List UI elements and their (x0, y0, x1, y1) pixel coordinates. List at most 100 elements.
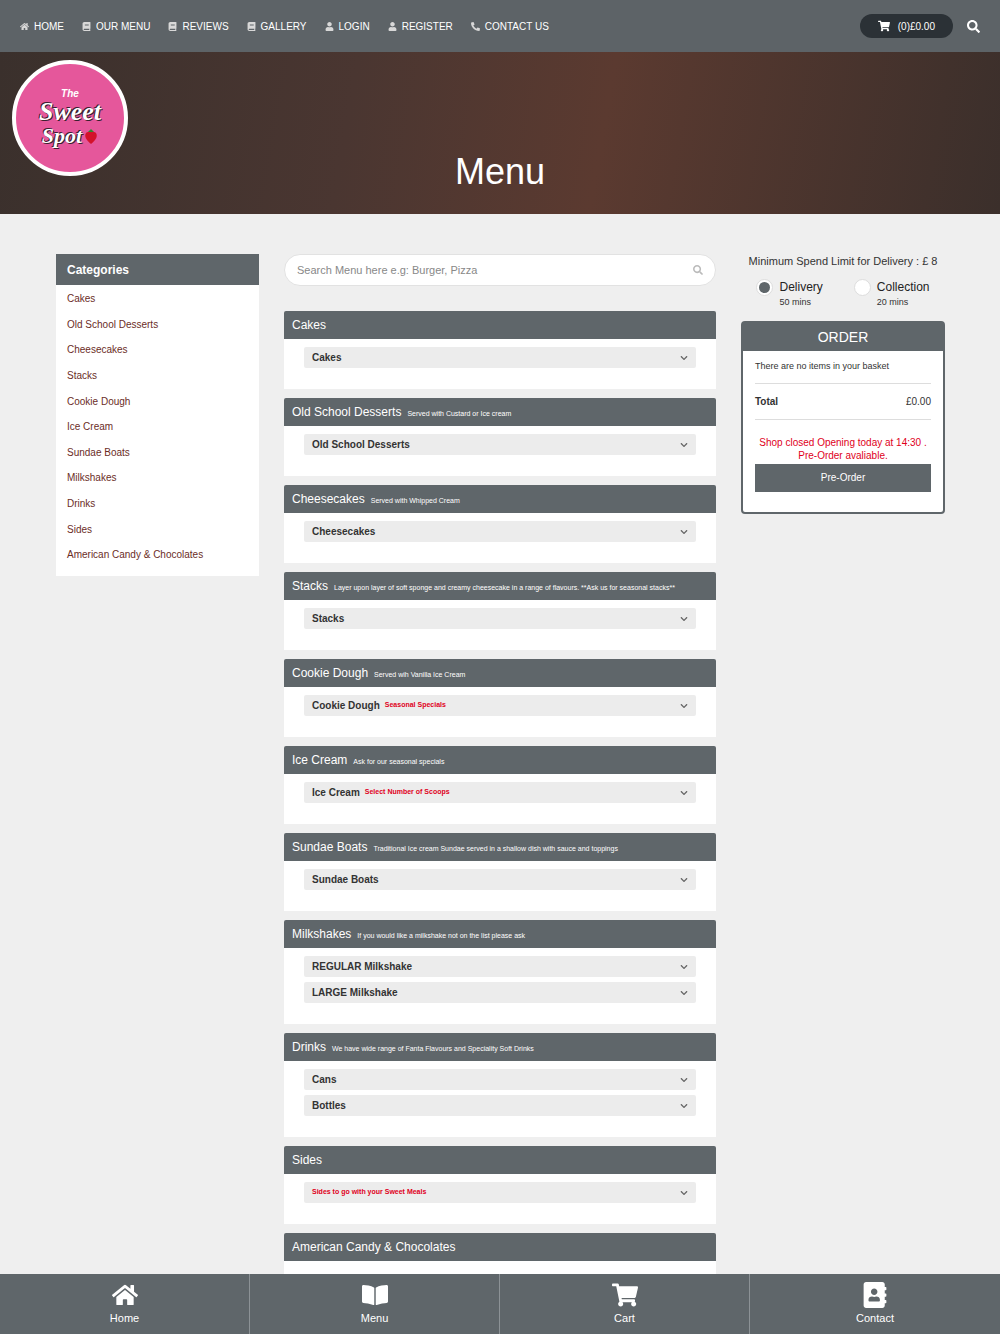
section-header: Cookie Dough Served wih Vanilla Ice Cream (284, 659, 716, 687)
menu-section: Ice Cream Ask for our seasonal specials Ic… (284, 746, 716, 824)
hero-title: Menu (455, 154, 545, 190)
nav-item-icon (20, 22, 29, 31)
section-body: REGULAR Milkshake LARGE Milkshake (284, 948, 716, 1024)
sidebar-item[interactable]: Sides (56, 516, 259, 542)
nav-item[interactable]: REGISTER (388, 19, 453, 34)
menu-section: Sides Sides to go with your Sweet Meals (284, 1146, 716, 1224)
category-dropdown[interactable]: LARGE Milkshake (304, 982, 696, 1003)
category-dropdown[interactable]: Sides to go with your Sweet Meals (304, 1182, 696, 1203)
delivery-option[interactable]: Collection20 mins (854, 278, 930, 310)
section-header: MilkshakesIf you would like a milkshake … (284, 920, 716, 948)
total-row: Total£0.00 (755, 384, 931, 420)
menu-section: Cookie Dough Served wih Vanilla Ice Cream… (284, 659, 716, 737)
section-title: Old School Desserts (292, 403, 401, 421)
sidebar-item[interactable]: Milkshakes (56, 465, 259, 491)
dropdown-label: REGULAR Milkshake (312, 959, 412, 974)
preorder-button[interactable]: Pre-Order (755, 464, 931, 492)
dropdown-note: Select Number of Scoops (365, 787, 450, 798)
menu-section: MilkshakesIf you would like a milkshake … (284, 920, 716, 1024)
nav-item[interactable]: OUR MENU (82, 19, 150, 34)
sidebar-item[interactable]: Cakes (56, 286, 259, 312)
radio-button[interactable] (854, 279, 871, 296)
menu-section: CheesecakesServed with Whipped CreamChee… (284, 485, 716, 563)
bottom-nav-icon (612, 1282, 638, 1308)
category-dropdown[interactable]: Cans (304, 1069, 696, 1090)
sidebar-item[interactable]: Cookie Dough (56, 388, 259, 414)
bottom-nav-item[interactable]: Menu (250, 1274, 500, 1334)
search-field[interactable]: Search Menu here e.g: Burger, Pizza (284, 254, 716, 286)
section-body: Cakes (284, 339, 716, 389)
categories-sidebar: CategoriesCakesOld School DessertsCheese… (56, 254, 259, 576)
section-title: Milkshakes (292, 925, 351, 943)
cart-button[interactable]: (0)£0.00 (860, 14, 953, 38)
strawberry-icon (84, 128, 98, 144)
category-dropdown[interactable]: Cheesecakes (304, 521, 696, 542)
radio-button[interactable] (756, 279, 773, 296)
nav-item-icon (82, 22, 91, 31)
section-title: Cakes (292, 316, 326, 334)
nav-item[interactable]: HOME (20, 19, 64, 34)
search-icon[interactable] (967, 20, 980, 33)
section-subtitle: Traditional Ice cream Sundae served in a… (373, 845, 618, 853)
hero-banner: TheSweetSpot Menu (0, 52, 1000, 214)
dropdown-label: LARGE Milkshake (312, 985, 398, 1000)
delivery-option[interactable]: Delivery50 mins (756, 278, 822, 310)
category-dropdown[interactable]: Old School Desserts (304, 434, 696, 455)
bottom-nav-item[interactable]: Home (0, 1274, 250, 1334)
category-dropdown[interactable]: Stacks (304, 608, 696, 629)
section-header: StacksLayer upon layer of soft sponge an… (284, 572, 716, 600)
nav-item[interactable]: REVIEWS (168, 19, 228, 34)
nav-item[interactable]: CONTACT US (471, 19, 549, 34)
chevron-down-icon (680, 615, 688, 623)
bottom-nav-icon (112, 1282, 138, 1308)
basket-empty: There are no items in your basket (755, 351, 931, 384)
section-header: CheesecakesServed with Whipped Cream (284, 485, 716, 513)
category-dropdown[interactable]: Bottles (304, 1095, 696, 1116)
category-dropdown[interactable]: Cakes (304, 347, 696, 368)
section-subtitle: Ask for our seasonal specials (353, 758, 444, 766)
category-dropdown[interactable]: REGULAR Milkshake (304, 956, 696, 977)
section-subtitle: Layer upon layer of soft sponge and crea… (334, 584, 675, 592)
section-subtitle: We have wide range of Fanta Flavours and… (332, 1045, 534, 1053)
section-header: Old School DessertsServed with Custard o… (284, 398, 716, 426)
sidebar-item[interactable]: Ice Cream (56, 414, 259, 440)
sidebar-item[interactable]: Old School Desserts (56, 312, 259, 338)
dropdown-label: Stacks (312, 611, 344, 626)
sidebar-item[interactable]: Drinks (56, 491, 259, 517)
order-header: ORDER (743, 323, 943, 351)
page: HOME OUR MENU REVIEWS GALLERY LOGIN REGISTER C… (0, 0, 1000, 1334)
sidebar-item[interactable]: American Candy & Chocolates (56, 542, 259, 568)
dropdown-label: Cans (312, 1072, 336, 1087)
chevron-down-icon (680, 528, 688, 536)
bottom-nav: HomeMenuCartContact (0, 1274, 1000, 1334)
shop-notice: Shop closed Opening today at 14:30 .Pre-… (755, 436, 931, 462)
chevron-down-icon (680, 789, 688, 797)
category-dropdown[interactable]: Ice CreamSelect Number of Scoops (304, 782, 696, 803)
sidebar-item[interactable]: Stacks (56, 363, 259, 389)
search-icon (693, 265, 703, 275)
sidebar-item[interactable]: Cheesecakes (56, 337, 259, 363)
section-subtitle: Served with Whipped Cream (371, 497, 460, 505)
category-dropdown[interactable]: Sundae Boats (304, 869, 696, 890)
dropdown-label: Cakes (312, 350, 341, 365)
nav-item-icon (325, 22, 334, 31)
category-dropdown[interactable]: Cookie DoughSeasonal Specials (304, 695, 696, 716)
section-title: Sundae Boats (292, 838, 367, 856)
bottom-nav-item[interactable]: Cart (500, 1274, 750, 1334)
nav-item[interactable]: GALLERY (247, 19, 307, 34)
bottom-nav-item[interactable]: Contact (750, 1274, 1000, 1334)
nav-item-icon (168, 22, 177, 31)
chevron-down-icon (680, 1102, 688, 1110)
bottom-nav-icon (862, 1282, 888, 1308)
logo[interactable]: TheSweetSpot (12, 60, 128, 176)
main: CategoriesCakesOld School DessertsCheese… (0, 214, 1000, 1301)
section-subtitle: Served wih Vanilla Ice Cream (374, 671, 465, 679)
section-title: American Candy & Chocolates (292, 1238, 455, 1256)
section-title: Ice Cream (292, 751, 347, 769)
section-header: Sides (284, 1146, 716, 1174)
chevron-down-icon (680, 441, 688, 449)
section-title: Cookie Dough (292, 664, 368, 682)
min-spend: Minimum Spend Limit for Delivery : £ 8 (741, 253, 945, 270)
sidebar-item[interactable]: Sundae Boats (56, 440, 259, 466)
nav-item[interactable]: LOGIN (325, 19, 370, 34)
